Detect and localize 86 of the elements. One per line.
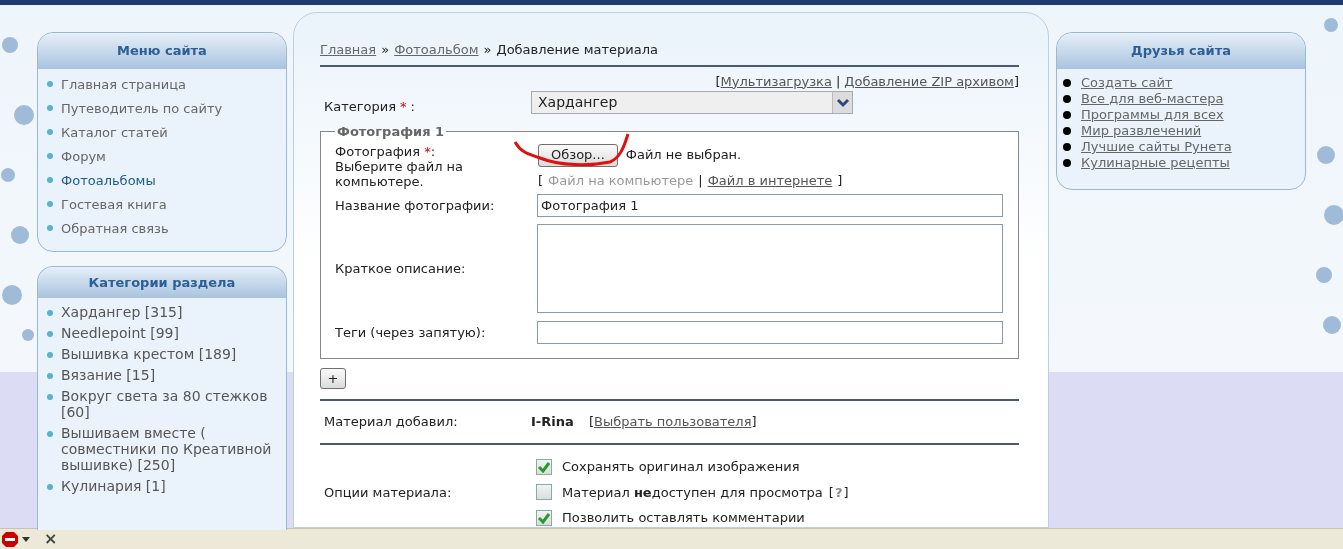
file-status: Файл не выбран. bbox=[625, 146, 742, 165]
bullet-icon bbox=[47, 105, 53, 111]
bullet-icon bbox=[47, 81, 53, 87]
bullet-icon bbox=[1063, 127, 1071, 135]
category-link[interactable]: Вокруг света за 80 стежков [60] bbox=[61, 388, 276, 420]
add-button[interactable]: + bbox=[320, 368, 346, 389]
option-label: Материал недоступен для просмотра bbox=[562, 483, 823, 502]
bullet-icon bbox=[47, 129, 53, 135]
bracket-text: ] bbox=[1013, 74, 1019, 89]
bracket-text: [ bbox=[589, 413, 595, 432]
field-label: Название фотографии: bbox=[335, 196, 496, 215]
category-select[interactable]: Хардангер bbox=[531, 90, 853, 114]
breadcrumb-link[interactable]: Фотоальбом bbox=[394, 40, 479, 60]
bullet-icon bbox=[47, 153, 53, 159]
bullet-icon bbox=[47, 394, 53, 400]
panel-title: Категории раздела bbox=[38, 267, 286, 298]
option-label: Позволить оставлять комментарии bbox=[562, 509, 805, 527]
breadcrumb-current: Добавление материала bbox=[496, 41, 658, 59]
bullet-icon bbox=[47, 431, 53, 437]
separator-text: » bbox=[381, 41, 390, 59]
menu-link[interactable]: Форум bbox=[61, 147, 106, 167]
checkbox[interactable] bbox=[536, 458, 552, 475]
hint-text: Выберите файл на компьютере. bbox=[335, 158, 465, 189]
bullet-icon bbox=[1063, 111, 1071, 119]
colon-text: : bbox=[430, 143, 436, 159]
bullet-icon bbox=[47, 225, 53, 231]
bullet-icon bbox=[1063, 159, 1071, 167]
chevron-down-icon bbox=[832, 91, 852, 113]
checkbox[interactable] bbox=[536, 509, 552, 526]
bracket-text: ] bbox=[843, 483, 849, 502]
menu-link[interactable]: Каталог статей bbox=[61, 123, 168, 143]
select-user-link[interactable]: Выбрать пользователя bbox=[594, 412, 752, 432]
source-link[interactable]: Файл в интернете bbox=[707, 170, 833, 190]
bullet-icon bbox=[47, 331, 53, 337]
bracket-text: [ bbox=[828, 483, 834, 502]
bracket-text: ] bbox=[751, 413, 757, 432]
field-label: Категория bbox=[324, 97, 397, 116]
bullet-icon bbox=[47, 177, 53, 183]
bullet-icon bbox=[47, 352, 53, 358]
menu-link[interactable]: Главная страница bbox=[61, 75, 186, 95]
bullet-icon bbox=[47, 484, 53, 490]
fieldset-legend: Фотография 1 bbox=[335, 122, 447, 142]
menu-link[interactable]: Путеводитель по сайту bbox=[61, 99, 223, 119]
adblock-icon[interactable] bbox=[2, 531, 32, 547]
bullet-icon bbox=[1063, 79, 1071, 87]
menu-link[interactable]: Фотоальбомы bbox=[61, 171, 156, 191]
field-label: Опции материала: bbox=[323, 483, 453, 502]
menu-link[interactable]: Обратная связь bbox=[61, 219, 169, 239]
category-link[interactable]: Needlepoint [99] bbox=[61, 325, 179, 341]
user-name: I-Rina bbox=[531, 413, 575, 432]
breadcrumb-link[interactable]: Главная bbox=[320, 40, 377, 60]
category-link[interactable]: Хардангер [315] bbox=[61, 304, 183, 320]
required-mark: * bbox=[400, 97, 407, 116]
panel-title: Друзья сайта bbox=[1057, 33, 1305, 69]
category-link[interactable]: Вязание [15] bbox=[61, 367, 156, 383]
field-label: Краткое описание: bbox=[335, 259, 467, 278]
upload-link[interactable]: Добавление ZIP архивом bbox=[844, 74, 1014, 89]
field-label: Теги (через запятую): bbox=[335, 323, 487, 342]
bullet-icon bbox=[1063, 143, 1071, 151]
panel-title: Меню сайта bbox=[38, 33, 286, 69]
colon-text: : bbox=[410, 97, 415, 116]
bracket-text: ] bbox=[837, 171, 843, 190]
option-label: Сохранять оригинал изображения bbox=[562, 458, 800, 476]
menu-link[interactable]: Гостевая книга bbox=[61, 195, 167, 215]
separator-text: | bbox=[834, 74, 842, 89]
separator-text: » bbox=[483, 41, 492, 59]
upload-link[interactable]: Мультизагрузка bbox=[720, 74, 832, 89]
required-mark: * bbox=[424, 143, 431, 159]
field-label: Материал добавил: bbox=[323, 413, 459, 432]
tags-field[interactable] bbox=[537, 321, 1003, 344]
bullet-icon bbox=[1063, 95, 1071, 103]
bullet-icon bbox=[47, 373, 53, 379]
help-link[interactable]: ? bbox=[834, 482, 843, 502]
category-link[interactable]: Вышивка крестом [189] bbox=[61, 346, 237, 362]
name-field[interactable]: Фотография 1 bbox=[537, 194, 1003, 217]
description-field[interactable] bbox=[537, 224, 1003, 313]
checkbox[interactable] bbox=[536, 484, 552, 501]
bullet-icon bbox=[47, 201, 53, 207]
category-link[interactable]: Вышиваем вместе ( совместники по Креативной вышивке) [250] bbox=[61, 425, 276, 473]
close-button[interactable]: × bbox=[44, 527, 58, 549]
bracket-text: [ bbox=[715, 74, 721, 89]
separator-text: | bbox=[698, 171, 703, 190]
bracket-text: [ bbox=[538, 171, 544, 190]
bullet-icon bbox=[47, 310, 53, 316]
field-label: Фотография bbox=[335, 143, 421, 159]
category-link[interactable]: Кулинария [1] bbox=[61, 478, 166, 494]
